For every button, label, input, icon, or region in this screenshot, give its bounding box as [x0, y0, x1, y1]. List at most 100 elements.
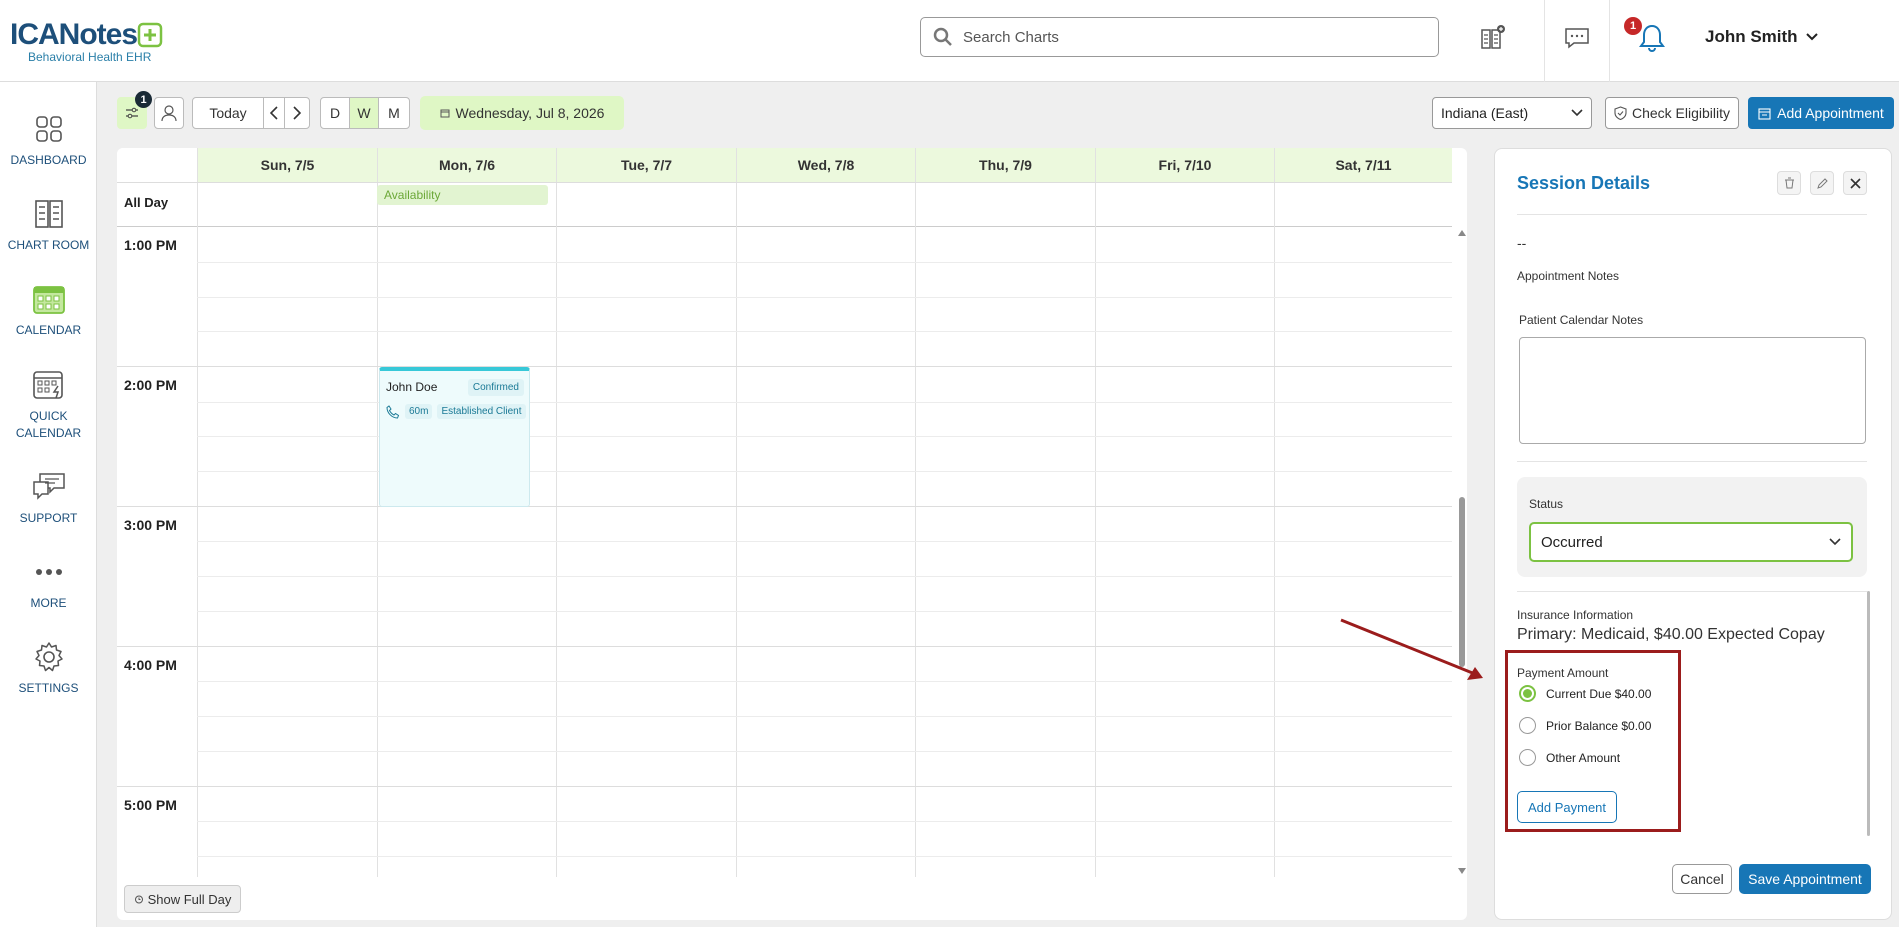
grid-line [197, 576, 1452, 577]
availability-block[interactable]: Availability [377, 185, 548, 205]
calendar-scrollbar[interactable] [1457, 227, 1467, 877]
chevron-down-icon [1805, 33, 1818, 41]
panel-scrollbar[interactable] [1867, 591, 1870, 836]
header-divider [1544, 0, 1545, 82]
all-day-cell[interactable] [1095, 183, 1274, 228]
day-column[interactable] [915, 227, 1095, 877]
user-name: John Smith [1705, 27, 1798, 46]
trash-icon [1784, 177, 1794, 189]
sidebar-item-support[interactable]: SUPPORT [0, 467, 97, 525]
chevron-down-icon [1829, 538, 1841, 546]
sidebar-item-calendar[interactable]: CALENDAR [0, 279, 97, 337]
patient-calendar-notes-input[interactable] [1519, 337, 1866, 444]
sidebar-item-settings[interactable]: SETTINGS [0, 637, 97, 695]
all-day-cell[interactable] [197, 183, 377, 228]
all-day-label: All Day [124, 195, 169, 210]
next-week-button[interactable] [284, 97, 310, 129]
grid-line [197, 751, 1452, 752]
view-week-button[interactable]: W [349, 97, 379, 129]
scroll-down-icon[interactable] [1457, 867, 1467, 875]
day-column[interactable] [556, 227, 736, 877]
appointment-duration: 60m [405, 404, 433, 419]
grid-line [197, 716, 1452, 717]
cancel-button[interactable]: Cancel [1672, 864, 1732, 894]
sidebar-item-label: CALENDAR [15, 323, 82, 337]
more-icon [35, 569, 62, 575]
all-day-cell[interactable] [1274, 183, 1452, 228]
sliders-icon [126, 107, 138, 119]
panel-title: Session Details [1517, 173, 1651, 193]
view-month-button[interactable]: M [378, 97, 410, 129]
status-label: Status [1529, 497, 1564, 511]
user-menu[interactable]: John Smith [1705, 27, 1818, 47]
all-day-cell[interactable] [736, 183, 915, 228]
sidebar-item-more[interactable]: MORE [0, 552, 97, 610]
day-header[interactable]: Thu, 7/9 [915, 148, 1095, 182]
placeholder-dash: -- [1517, 235, 1527, 251]
time-label: 5:00 PM [124, 797, 177, 813]
chevron-down-icon [1571, 109, 1583, 117]
chart-add-button[interactable] [1473, 18, 1513, 58]
sidebar-item-chart-room[interactable]: CHART ROOM [0, 194, 97, 252]
grid-line [197, 821, 1452, 822]
panel-divider [1517, 591, 1867, 592]
day-header[interactable]: Fri, 7/10 [1095, 148, 1274, 182]
day-header[interactable]: Sat, 7/11 [1274, 148, 1452, 182]
status-section: Status Occurred [1517, 477, 1867, 577]
date-picker-button[interactable]: Wednesday, Jul 8, 2026 [420, 96, 624, 130]
day-column[interactable] [736, 227, 915, 877]
day-column[interactable] [377, 227, 556, 877]
today-button[interactable]: Today [192, 97, 264, 129]
close-button[interactable] [1843, 171, 1867, 195]
day-header[interactable]: Tue, 7/7 [556, 148, 736, 182]
provider-button[interactable] [154, 97, 184, 129]
annotation-arrow [1340, 618, 1483, 680]
check-eligibility-button[interactable]: Check Eligibility [1605, 97, 1739, 129]
prev-week-button[interactable] [263, 97, 285, 129]
messages-button[interactable] [1557, 18, 1597, 58]
save-appointment-button[interactable]: Save Appointment [1739, 864, 1871, 894]
patient-calendar-notes-label: Patient Calendar Notes [1519, 313, 1644, 327]
day-header[interactable]: Wed, 7/8 [736, 148, 915, 182]
edit-button[interactable] [1810, 171, 1834, 195]
appointment-status-badge: Confirmed [467, 379, 524, 396]
notification-badge: 1 [1624, 17, 1642, 35]
show-full-day-button[interactable]: Show Full Day [124, 885, 241, 913]
timezone-select[interactable]: Indiana (East) [1432, 97, 1592, 129]
scroll-up-icon[interactable] [1457, 229, 1467, 237]
grid-line [197, 262, 1452, 263]
bell-icon [1639, 24, 1665, 52]
top-bar: ICANotes Behavioral Health EHR 1 John Sm… [0, 0, 1899, 82]
day-column[interactable] [1095, 227, 1274, 877]
sidebar-item-quick-calendar[interactable]: QUICK CALENDAR [0, 364, 97, 442]
grid-line-hour [117, 646, 1452, 647]
sidebar-item-dashboard[interactable]: DASHBOARD [0, 109, 97, 167]
logo-plus-icon [137, 22, 163, 48]
user-search-icon [161, 105, 177, 122]
close-icon [1849, 177, 1861, 189]
day-column[interactable] [1274, 227, 1452, 877]
appointment-notes-label: Appointment Notes [1517, 269, 1620, 283]
calendar-small-icon [440, 109, 450, 118]
search-input[interactable] [963, 28, 1403, 46]
view-day-button[interactable]: D [320, 97, 350, 129]
app-logo[interactable]: ICANotes Behavioral Health EHR [10, 18, 163, 64]
sidebar-item-label: DASHBOARD [10, 153, 87, 167]
sidebar-item-label: QUICK CALENDAR [15, 409, 82, 440]
all-day-cell[interactable] [556, 183, 736, 228]
time-label: 1:00 PM [124, 237, 177, 253]
timezone-value: Indiana (East) [1441, 105, 1529, 121]
time-label: 2:00 PM [124, 377, 177, 393]
insurance-label: Insurance Information [1517, 608, 1634, 622]
add-appointment-button[interactable]: Add Appointment [1748, 97, 1894, 129]
all-day-cell[interactable] [915, 183, 1095, 228]
day-header[interactable]: Mon, 7/6 [377, 148, 556, 182]
calendar-day-headers: Sun, 7/5 Mon, 7/6 Tue, 7/7 Wed, 7/8 Thu,… [117, 148, 1452, 182]
status-select[interactable]: Occurred [1529, 522, 1853, 562]
day-column[interactable] [197, 227, 377, 877]
search-box[interactable] [920, 17, 1439, 57]
grid-line [197, 856, 1452, 857]
delete-button[interactable] [1777, 171, 1801, 195]
appointment-card[interactable]: John Doe Confirmed 60m Established Clien… [379, 367, 530, 507]
day-header[interactable]: Sun, 7/5 [197, 148, 377, 182]
